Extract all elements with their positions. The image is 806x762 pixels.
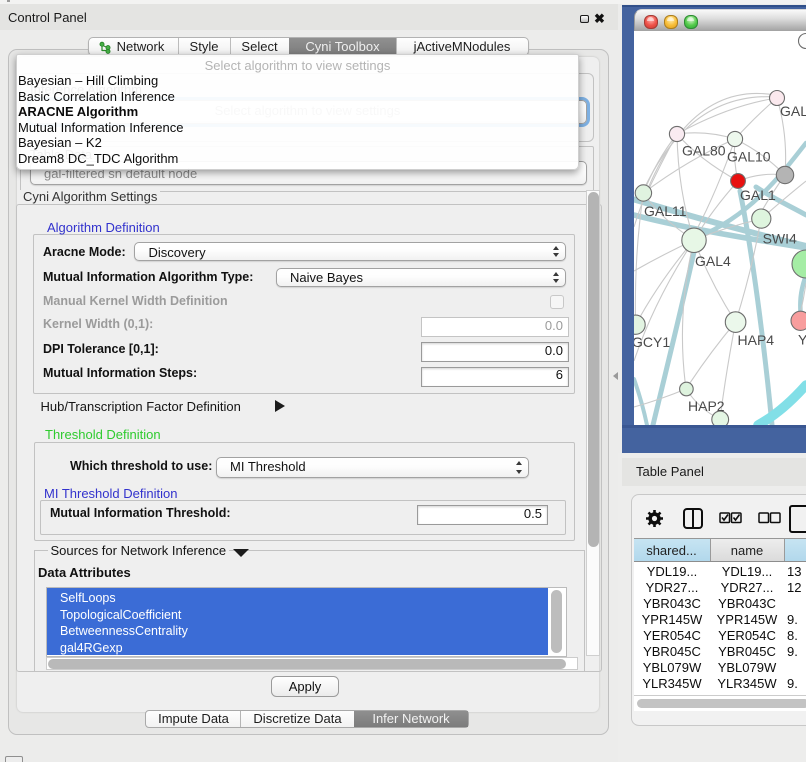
- svg-text:GAL1: GAL1: [740, 187, 776, 203]
- svg-text:GAL4: GAL4: [695, 253, 731, 269]
- svg-text:Y: Y: [798, 332, 806, 348]
- svg-text:GAL80: GAL80: [682, 143, 726, 159]
- svg-text:GAL11: GAL11: [644, 203, 687, 219]
- svg-text:HAP2: HAP2: [688, 398, 725, 414]
- svg-text:GAL7: GAL7: [780, 103, 806, 119]
- svg-text:SWI4: SWI4: [763, 231, 797, 247]
- svg-text:HAP4: HAP4: [738, 332, 775, 348]
- svg-text:GAL10: GAL10: [727, 149, 771, 165]
- svg-text:GCY1: GCY1: [634, 334, 670, 350]
